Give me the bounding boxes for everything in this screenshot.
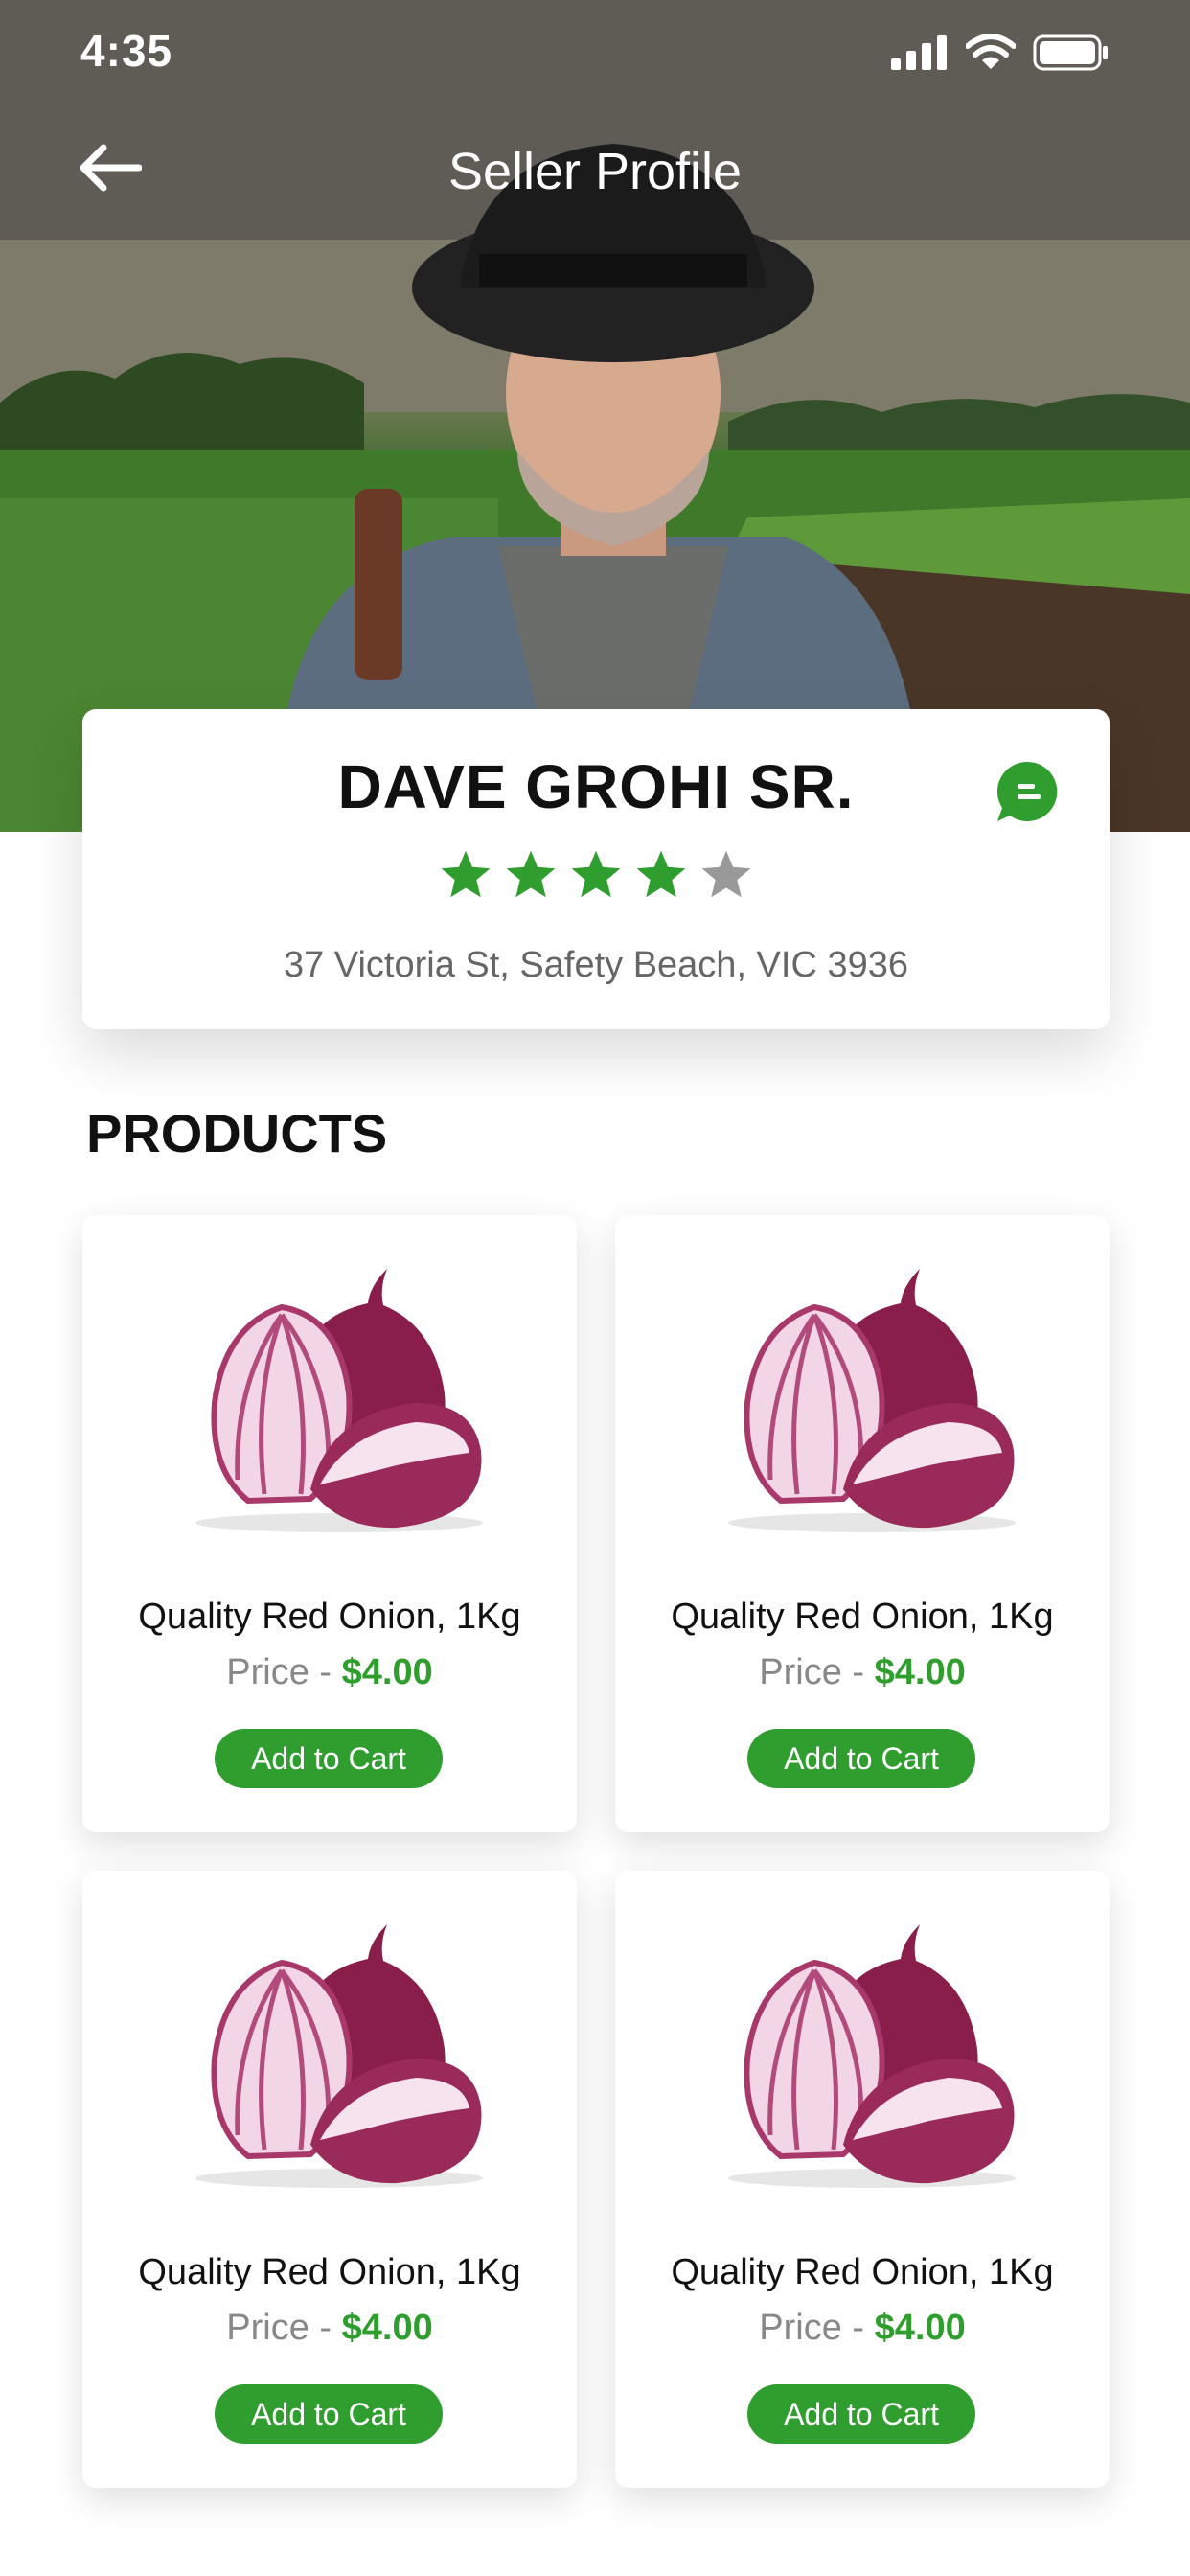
price-label: Price - [226,1652,342,1692]
product-name: Quality Red Onion, 1Kg [671,2252,1054,2292]
star-filled-icon [636,850,686,898]
product-name: Quality Red Onion, 1Kg [138,1597,521,1637]
status-time: 4:35 [80,26,173,76]
price-value: $4.00 [341,1652,433,1692]
seller-rating [82,847,1110,903]
star-empty-icon [701,850,751,898]
red-onion-image [728,1269,1016,1532]
status-icons [891,34,1110,71]
product-price: Price - $4.00 [615,1652,1110,1693]
products-section-title: PRODUCTS [86,1103,388,1163]
product-price: Price - $4.00 [82,1652,577,1693]
star-filled-icon [571,850,621,898]
nav-bar: Seller Profile [0,125,1190,220]
star-filled-icon [506,850,556,898]
seller-address: 37 Victoria St, Safety Beach, VIC 3936 [283,945,908,985]
red-onion-image [728,1924,1016,2188]
seller-card: DAVE GROHI SR. 37 Victoria St, Safety Be… [82,709,1110,1029]
wifi-icon [966,34,1016,69]
battery-icon [1033,34,1108,71]
red-onion-image [195,1269,483,1532]
product-price: Price - $4.00 [615,2308,1110,2349]
status-bar: 4:35 [0,0,1190,105]
red-onion-image [195,1924,483,2188]
price-value: $4.00 [874,2308,966,2348]
page-title: Seller Profile [447,143,743,200]
product-card[interactable]: Quality Red Onion, 1Kg Price - $4.00 Add… [615,1871,1110,2488]
product-card[interactable]: Quality Red Onion, 1Kg Price - $4.00 Add… [615,1215,1110,1832]
price-label: Price - [759,2308,875,2348]
product-name: Quality Red Onion, 1Kg [671,1597,1054,1637]
product-price: Price - $4.00 [82,2308,577,2349]
product-card[interactable]: Quality Red Onion, 1Kg Price - $4.00 Add… [82,1871,577,2488]
add-to-cart-button[interactable]: Add to Cart [215,2384,443,2444]
star-filled-icon [441,850,491,898]
cellular-signal-icon [891,35,947,70]
add-to-cart-button[interactable]: Add to Cart [747,2384,975,2444]
chat-bubble-icon[interactable] [995,759,1060,824]
seller-name: DAVE GROHI SR. [337,752,855,821]
add-to-cart-button[interactable]: Add to Cart [747,1729,975,1788]
price-label: Price - [226,2308,342,2348]
price-value: $4.00 [874,1652,966,1692]
price-label: Price - [759,1652,875,1692]
add-to-cart-button[interactable]: Add to Cart [215,1729,443,1788]
price-value: $4.00 [341,2308,433,2348]
product-card[interactable]: Quality Red Onion, 1Kg Price - $4.00 Add… [82,1215,577,1832]
product-name: Quality Red Onion, 1Kg [138,2252,521,2292]
